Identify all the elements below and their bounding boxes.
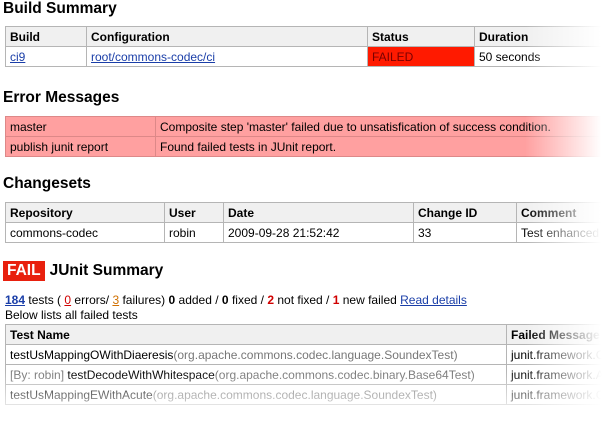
build-summary-table: Build Configuration Status Duration ci9 … [5,26,615,67]
col-status: Status [367,26,475,47]
error-message: Found failed tests in JUnit report. [155,136,615,157]
table-row: [By: robin] testDecodeWithWhitespace(org… [5,364,615,385]
below-lists-text: Below lists all failed tests [5,308,138,322]
stat-label: tests [28,293,54,307]
table-row: publish junit report Found failed tests … [5,136,615,157]
table-row: ci9 root/commons-codec/ci FAILED 50 seco… [5,46,615,67]
col-comment: Comment [516,202,615,223]
table-row: testUsMappingOWithDiaeresis(org.apache.c… [5,344,615,365]
col-configuration: Configuration [86,26,368,47]
failed-tests-table: Test Name Failed Message testUsMappingOW… [5,324,615,405]
failed-message-cell: junit.framework.Co [506,384,615,405]
new-failed-count: 1 [332,293,340,307]
col-build: Build [5,26,87,47]
changesets-table: Repository User Date Change ID Comment c… [5,202,615,243]
test-name-cell: testUsMappingOWithDiaeresis(org.apache.c… [5,344,507,365]
repository-cell: commons-codec [5,222,165,243]
test-class: (org.apache.commons.codec.language.Sound… [152,387,437,402]
not-fixed-count: 2 [267,293,274,307]
error-messages-heading: Error Messages [3,89,120,106]
date-cell: 2009-09-28 21:52:42 [223,222,414,243]
col-repository: Repository [5,202,165,223]
col-date: Date [223,202,414,223]
stat-label: failures) [122,293,166,307]
fixed-count: 0 [221,293,229,307]
junit-summary-title: JUnit Summary [49,262,164,279]
added-count: 0 [168,293,176,307]
errors-link[interactable]: 0 [64,293,71,307]
changesets-heading: Changesets [3,175,91,192]
junit-stats: 184 tests ( 0 errors/ 3 failures) 0 adde… [5,293,467,307]
col-failed-message: Failed Message [506,324,615,345]
fail-badge: FAIL [3,261,45,281]
test-name[interactable]: testUsMappingOWithDiaeresis [10,348,173,362]
table-row: master Composite step 'master' failed du… [5,116,615,137]
test-name[interactable]: testDecodeWithWhitespace [67,368,214,382]
col-duration: Duration [474,26,615,47]
read-details-link[interactable]: Read details [400,293,467,307]
stat-label: not fixed / [277,293,330,307]
configuration-link[interactable]: root/commons-codec/ci [91,50,215,64]
error-name: master [5,116,156,137]
status-badge: FAILED [367,46,475,67]
failed-message-cell: junit.framework.As [506,364,615,385]
stat-label: added / [178,293,219,307]
build-cell: ci9 [5,46,87,67]
failed-message-cell: junit.framework.Co [506,344,615,365]
total-tests-link[interactable]: 184 [5,293,25,307]
comment-cell: Test enhanced by [516,222,615,243]
build-summary-heading: Build Summary [3,0,117,17]
stat-label: fixed / [231,293,264,307]
col-change-id: Change ID [413,202,517,223]
test-class: (org.apache.commons.codec.language.Sound… [173,347,458,362]
test-name[interactable]: testUsMappingEWithAcute [10,388,153,402]
test-name-cell: [By: robin] testDecodeWithWhitespace(org… [5,364,507,385]
col-test-name: Test Name [5,324,507,345]
col-user: User [164,202,224,223]
build-link[interactable]: ci9 [10,50,25,64]
duration-cell: 50 seconds [474,46,615,67]
table-row: commons-codec robin 2009-09-28 21:52:42 … [5,222,615,243]
table-row: testUsMappingEWithAcute(org.apache.commo… [5,384,615,405]
test-name-cell: testUsMappingEWithAcute(org.apache.commo… [5,384,507,405]
error-message: Composite step 'master' failed due to un… [155,116,615,137]
test-owner: [By: robin] [10,367,65,382]
error-messages-table: master Composite step 'master' failed du… [5,116,615,157]
user-cell: robin [164,222,224,243]
error-name: publish junit report [5,136,156,157]
junit-summary-heading: FAIL JUnit Summary [3,261,163,281]
stat-label: new failed [342,293,397,307]
change-id-cell: 33 [413,222,517,243]
stat-label: errors/ [74,293,110,307]
failures-link[interactable]: 3 [112,293,119,307]
configuration-cell: root/commons-codec/ci [86,46,368,67]
test-class: (org.apache.commons.codec.binary.Base64T… [214,367,475,382]
